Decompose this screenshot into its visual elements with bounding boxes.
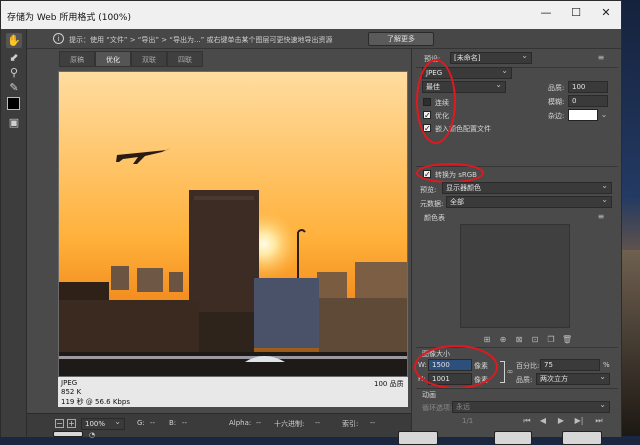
preview-info-bar: JPEG 852 K 119 秒 @ 56.6 Kbps 100 品质 bbox=[58, 377, 408, 407]
lock-color-icon[interactable]: ⊠ bbox=[514, 335, 524, 345]
annotation-circle-srgb bbox=[416, 163, 484, 183]
info-icon: i bbox=[53, 33, 64, 44]
color-table-swatches[interactable] bbox=[460, 224, 570, 328]
format-readout: JPEG bbox=[61, 379, 78, 387]
map-color-icon[interactable]: ⊞ bbox=[482, 335, 492, 345]
index-value: -- bbox=[370, 419, 376, 427]
metadata-select[interactable]: 全部 bbox=[446, 195, 612, 208]
toggle-slices-icon[interactable]: ▣ bbox=[6, 115, 22, 130]
slice-select-tool-icon[interactable]: ⬋ bbox=[6, 50, 22, 65]
alpha-value: -- bbox=[256, 419, 262, 427]
last-frame-icon[interactable]: ⏭ bbox=[594, 416, 604, 426]
preset-select[interactable]: [未命名] bbox=[450, 51, 532, 64]
quality-input[interactable]: 100 bbox=[568, 81, 608, 93]
preview-label: 预览: bbox=[420, 186, 437, 194]
b-label: B: bbox=[169, 419, 177, 427]
learn-more-button[interactable]: 了解更多 bbox=[368, 32, 434, 46]
delete-color-icon[interactable]: 🗑 bbox=[562, 335, 572, 345]
quality-readout: 100 品质 bbox=[374, 380, 404, 388]
blur-label: 模糊: bbox=[548, 98, 565, 106]
play-icon[interactable]: ▶ bbox=[556, 416, 566, 426]
zoom-tool-icon[interactable]: ⚲ bbox=[6, 65, 22, 80]
blur-input[interactable]: 0 bbox=[568, 95, 608, 107]
matte-label: 杂边: bbox=[548, 112, 565, 120]
tab-2-up[interactable]: 双联 bbox=[131, 51, 167, 67]
zoom-in-icon[interactable]: + bbox=[67, 419, 76, 428]
loop-select[interactable]: 永远 bbox=[452, 400, 610, 413]
sunset-city-photo bbox=[59, 72, 407, 376]
zoom-level-select[interactable]: 100% bbox=[81, 417, 125, 430]
eyedropper-color-swatch[interactable] bbox=[7, 97, 20, 110]
g-label: G: bbox=[137, 419, 145, 427]
hex-label: 十六进制: bbox=[274, 420, 305, 428]
file-size-readout: 852 K bbox=[61, 388, 82, 396]
resample-select[interactable]: 两次立方 bbox=[536, 372, 610, 385]
web-shift-icon[interactable]: ⊕ bbox=[498, 335, 508, 345]
first-frame-icon[interactable]: ⏮ bbox=[522, 416, 532, 426]
b-value: -- bbox=[182, 419, 188, 427]
annotation-circle-format bbox=[416, 59, 456, 144]
window-title: 存储为 Web 所用格式 (100%) bbox=[7, 13, 131, 23]
new-color-icon[interactable]: ❐ bbox=[546, 335, 556, 345]
browser-preview-icon[interactable]: ◔ bbox=[89, 431, 95, 439]
cancel-button[interactable] bbox=[494, 431, 532, 445]
eyedropper-add-icon[interactable]: ⊡ bbox=[530, 335, 540, 345]
annotation-circle-size bbox=[414, 345, 498, 389]
close-button[interactable]: ✕ bbox=[593, 3, 619, 23]
link-icon[interactable]: ∞ bbox=[505, 367, 515, 377]
resample-label: 品质: bbox=[516, 376, 533, 384]
percent-label: 百分比: bbox=[516, 362, 540, 370]
percent-input[interactable]: 75 bbox=[540, 359, 600, 371]
tab-original[interactable]: 原稿 bbox=[59, 51, 95, 67]
preview-select[interactable]: 显示器颜色 bbox=[442, 181, 612, 194]
next-frame-icon[interactable]: ▶| bbox=[574, 416, 584, 426]
tip-bar: i 提示：使用 “文件” > “导出” > “导出为...” 或右键单击某个图层… bbox=[27, 29, 621, 49]
g-value: -- bbox=[150, 419, 156, 427]
eyedropper-tool-icon[interactable]: ✎ bbox=[6, 80, 22, 95]
minimize-button[interactable]: — bbox=[533, 3, 559, 23]
percent-sign: % bbox=[603, 361, 610, 369]
index-label: 索引: bbox=[342, 420, 359, 428]
matte-dropdown-icon[interactable]: ⌄ bbox=[599, 110, 609, 120]
view-tabs: 原稿 优化 双联 四联 bbox=[59, 51, 409, 67]
color-table-label: 颜色表 bbox=[424, 214, 445, 222]
save-for-web-dialog: 存储为 Web 所用格式 (100%) — ☐ ✕ ✋ ⬋ ⚲ ✎ ▣ i 提示… bbox=[0, 0, 622, 445]
loop-label: 循环选项: bbox=[422, 404, 453, 412]
save-button[interactable] bbox=[398, 431, 438, 445]
preview-button[interactable] bbox=[53, 431, 83, 437]
panel-menu-icon[interactable]: ≡ bbox=[596, 53, 606, 63]
maximize-button[interactable]: ☐ bbox=[563, 3, 589, 23]
color-table-menu-icon[interactable]: ≡ bbox=[596, 212, 606, 222]
frame-counter: 1/1 bbox=[462, 417, 474, 425]
tool-strip: ✋ ⬋ ⚲ ✎ ▣ bbox=[1, 29, 27, 437]
status-bar: − + 100% G: -- B: -- Alpha: -- 十六进制: -- … bbox=[27, 413, 411, 437]
hand-tool-icon[interactable]: ✋ bbox=[6, 33, 22, 48]
done-button[interactable] bbox=[562, 431, 602, 445]
download-time-readout: 119 秒 @ 56.6 Kbps bbox=[61, 398, 130, 406]
tip-text: 提示：使用 “文件” > “导出” > “导出为...” 或右键单击某个图层可更… bbox=[69, 36, 333, 44]
matte-color-swatch[interactable] bbox=[568, 109, 598, 121]
tab-optimized[interactable]: 优化 bbox=[95, 51, 131, 67]
metadata-label: 元数据: bbox=[420, 200, 444, 208]
prev-frame-icon[interactable]: ◀ bbox=[538, 416, 548, 426]
quality-label: 品质: bbox=[548, 84, 565, 92]
alpha-label: Alpha: bbox=[229, 419, 252, 427]
title-bar: 存储为 Web 所用格式 (100%) — ☐ ✕ bbox=[1, 1, 621, 29]
preview-image[interactable] bbox=[58, 71, 408, 377]
hex-value: -- bbox=[315, 419, 321, 427]
tab-4-up[interactable]: 四联 bbox=[167, 51, 203, 67]
animation-label: 动画 bbox=[422, 391, 436, 399]
settings-panel: 预设: [未命名] ≡ JPEG 最佳 品质: 100 模糊: 0 杂边: ⌄ … bbox=[398, 49, 621, 445]
zoom-out-icon[interactable]: − bbox=[55, 419, 64, 428]
